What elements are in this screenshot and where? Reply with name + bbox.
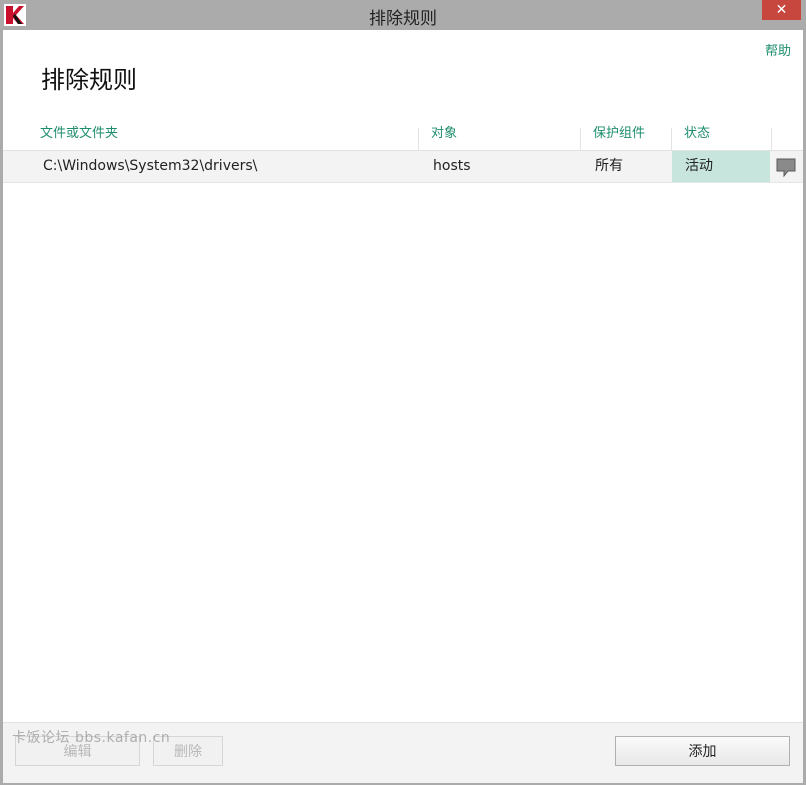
column-separator <box>418 128 419 150</box>
page-title: 排除规则 <box>41 66 137 94</box>
forum-watermark: 卡饭论坛 bbs.kafan.cn <box>12 730 171 746</box>
title-bar[interactable]: 排除规则 ✕ <box>0 0 806 30</box>
cell-path: C:\Windows\System32\drivers\ <box>43 158 258 174</box>
column-separator <box>771 128 772 150</box>
column-header-status[interactable]: 状态 <box>684 126 710 150</box>
table-row[interactable]: C:\Windows\System32\drivers\ hosts 所有 活动 <box>3 150 803 183</box>
column-header-path[interactable]: 文件或文件夹 <box>40 126 118 150</box>
comment-icon[interactable] <box>775 157 797 178</box>
add-button[interactable]: 添加 <box>615 736 790 766</box>
close-button[interactable]: ✕ <box>762 0 801 20</box>
exclusion-rules-window: 排除规则 ✕ 帮助 排除规则 文件或文件夹 对象 保护组件 状态 C:\Wind… <box>0 0 806 785</box>
help-link[interactable]: 帮助 <box>765 40 791 59</box>
cell-object: hosts <box>433 158 471 174</box>
cell-status[interactable]: 活动 <box>672 151 770 182</box>
cell-component: 所有 <box>595 158 623 174</box>
column-header-object[interactable]: 对象 <box>431 126 457 150</box>
column-separator <box>580 128 581 150</box>
column-separator <box>671 128 672 150</box>
column-header-component[interactable]: 保护组件 <box>593 126 645 150</box>
window-title: 排除规则 <box>369 9 437 29</box>
content-area: 帮助 排除规则 文件或文件夹 对象 保护组件 状态 C:\Windows\Sys… <box>3 30 803 783</box>
